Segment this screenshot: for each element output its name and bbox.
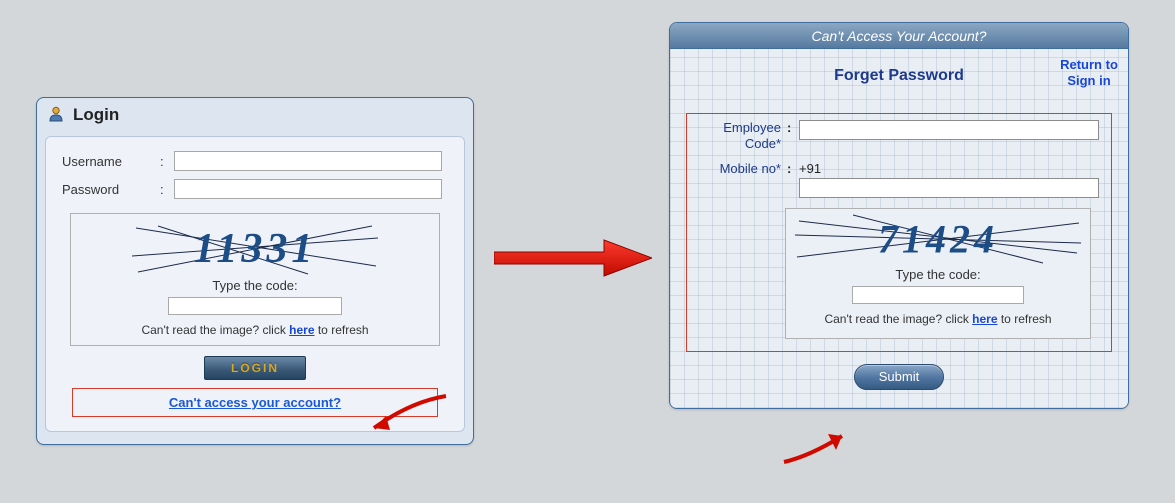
password-row: Password : <box>62 179 448 199</box>
forgot-body: Return to Sign in Forget Password Employ… <box>670 49 1128 408</box>
forgot-type-code-label: Type the code: <box>790 267 1086 282</box>
forgot-captcha-image: 71424 <box>793 213 1083 265</box>
mobile-no-row: Mobile no* : +91 <box>697 161 1101 198</box>
colon: : <box>787 161 793 176</box>
mobile-prefix: +91 <box>799 161 1101 176</box>
annotation-arrow-icon <box>780 426 858 466</box>
forgot-link-box: Can't access your account? <box>72 388 438 417</box>
login-refresh-link[interactable]: here <box>289 323 314 337</box>
user-icon <box>47 105 65 126</box>
password-label: Password <box>62 182 152 197</box>
flow-arrow-icon <box>494 238 652 278</box>
colon: : <box>160 154 166 169</box>
forgot-form-outline: Employee Code* : Mobile no* : +91 <box>686 113 1112 352</box>
mobile-no-input[interactable] <box>799 178 1099 198</box>
login-captcha-input[interactable] <box>168 297 342 315</box>
forgot-refresh-suffix: to refresh <box>998 312 1052 326</box>
login-header: Login <box>37 98 473 132</box>
login-captcha-image: 11331 <box>128 222 382 276</box>
login-captcha-box: 11331 Type the code: Can't read the imag… <box>70 213 440 346</box>
forgot-captcha-input[interactable] <box>852 286 1024 304</box>
login-button[interactable]: LOGIN <box>204 356 306 380</box>
colon: : <box>160 182 166 197</box>
login-title: Login <box>73 105 119 125</box>
submit-button[interactable]: Submit <box>854 364 944 390</box>
mobile-no-label: Mobile no* <box>697 161 781 177</box>
colon: : <box>787 120 793 135</box>
forgot-header: Can't Access Your Account? <box>670 23 1128 49</box>
cant-access-account-link[interactable]: Can't access your account? <box>169 395 341 410</box>
username-input[interactable] <box>174 151 442 171</box>
return-to-signin-link[interactable]: Return to Sign in <box>1060 57 1118 88</box>
forgot-refresh-prefix: Can't read the image? click <box>824 312 972 326</box>
login-captcha-digits: 11331 <box>194 225 317 273</box>
employee-code-label: Employee Code* <box>697 120 781 151</box>
login-type-code-label: Type the code: <box>75 278 435 293</box>
password-input[interactable] <box>174 179 442 199</box>
forgot-refresh-line: Can't read the image? click here to refr… <box>790 312 1086 328</box>
username-label: Username <box>62 154 152 169</box>
login-body: Username : Password : 11331 Type the cod… <box>45 136 465 432</box>
employee-code-input[interactable] <box>799 120 1099 140</box>
login-panel: Login Username : Password : 11331 Type <box>36 97 474 445</box>
forgot-title: Forget Password <box>686 67 1112 85</box>
login-refresh-suffix: to refresh <box>315 323 369 337</box>
username-row: Username : <box>62 151 448 171</box>
forgot-refresh-link[interactable]: here <box>972 312 997 326</box>
login-refresh-prefix: Can't read the image? click <box>141 323 289 337</box>
forgot-captcha-box: 71424 Type the code: Can't read the imag… <box>785 208 1091 339</box>
login-refresh-line: Can't read the image? click here to refr… <box>75 323 435 337</box>
employee-code-row: Employee Code* : <box>697 120 1101 151</box>
forgot-captcha-digits: 71424 <box>878 216 998 263</box>
forgot-password-panel: Can't Access Your Account? Return to Sig… <box>669 22 1129 409</box>
